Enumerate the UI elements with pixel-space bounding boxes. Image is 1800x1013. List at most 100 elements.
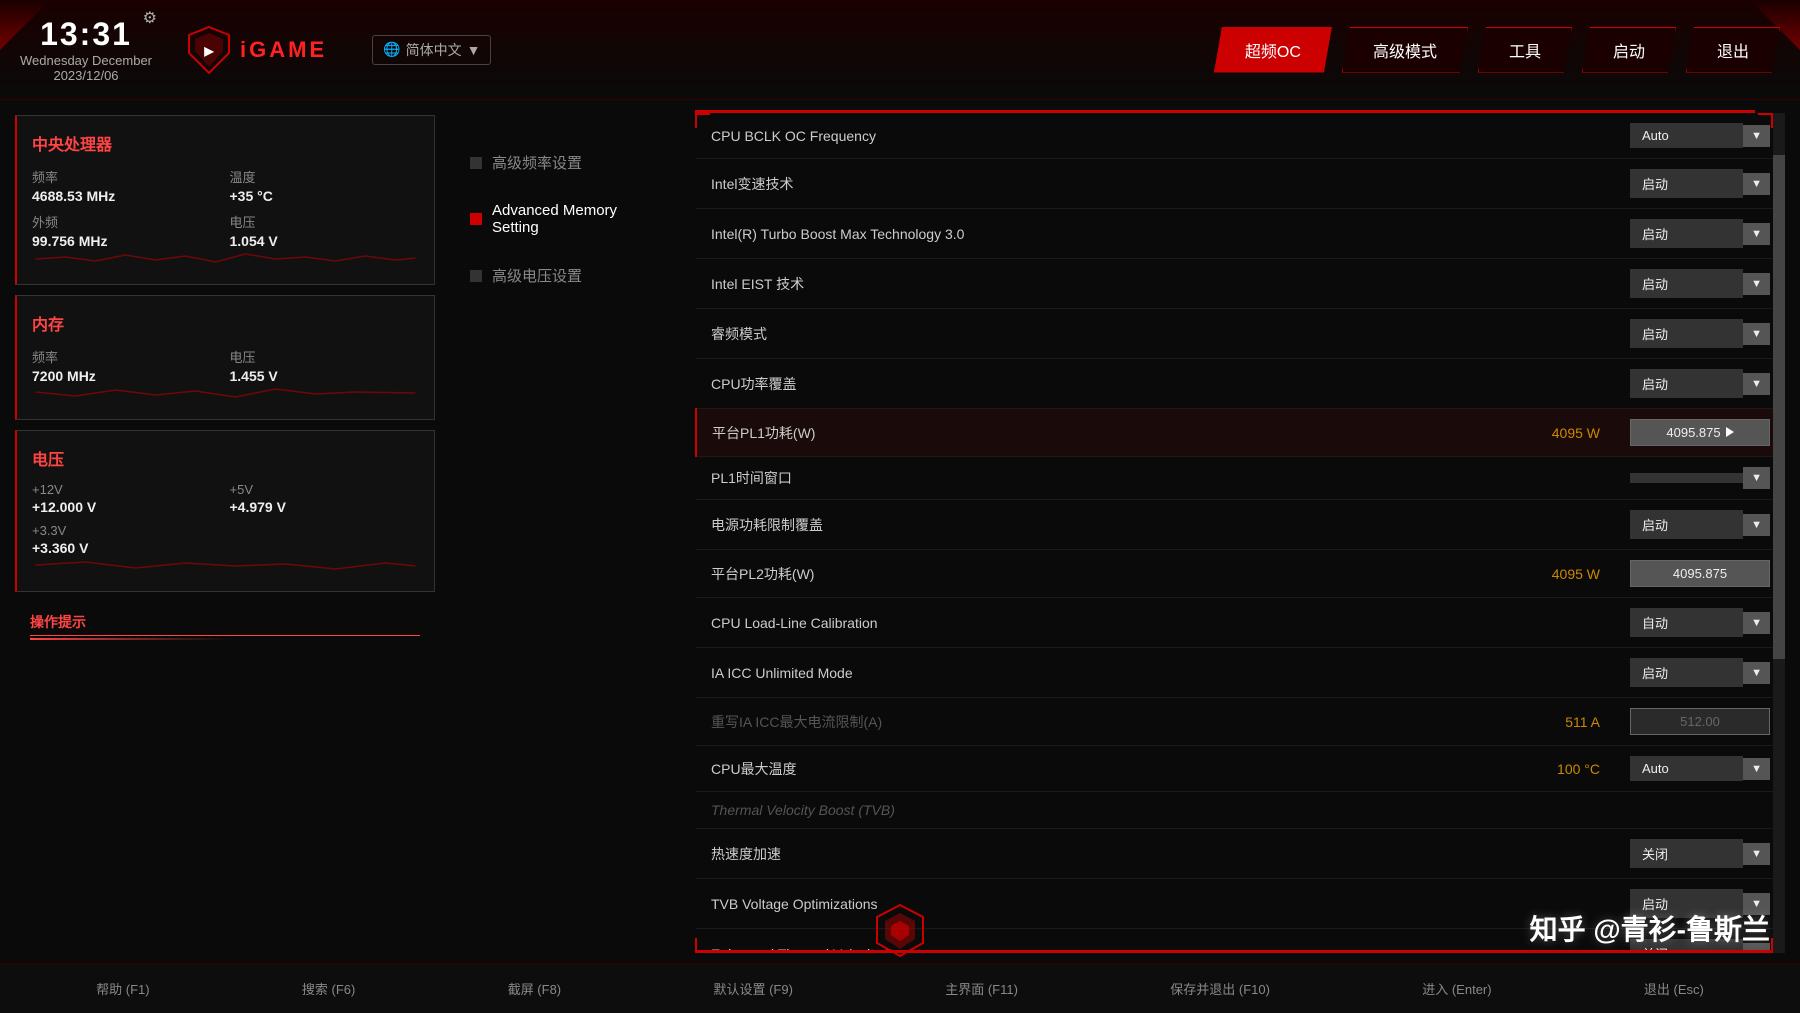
right-content: CPU BCLK OC FrequencyAuto▼Intel变速技术启动▼In… [680,100,1800,963]
dropdown-arrow-icon[interactable]: ▼ [1743,843,1770,865]
dropdown-group[interactable]: 启动▼ [1630,369,1770,398]
nav-btn-tools[interactable]: 工具 [1478,27,1572,73]
key-save[interactable]: 保存并退出 (F10) [1170,979,1270,998]
nav-btn-exit[interactable]: 退出 [1686,27,1780,73]
cpu-temp-value: +35 °C [230,188,420,204]
table-row[interactable]: Thermal Velocity Boost (TVB) [696,792,1785,829]
dropdown-group[interactable]: 自动▼ [1630,608,1770,637]
op-hints-block: 操作提示 [15,602,435,645]
nav-btn-boot[interactable]: 启动 [1582,27,1676,73]
dropdown-arrow-icon[interactable]: ▼ [1743,323,1770,345]
table-row[interactable]: Intel(R) Turbo Boost Max Technology 3.0 启… [696,209,1785,259]
nav-label-memory: Advanced Memory Setting [492,202,660,236]
dropdown-group[interactable]: Auto▼ [1630,756,1770,781]
setting-control-cell[interactable]: ▼ [1615,457,1785,500]
dropdown-arrow-icon[interactable]: ▼ [1743,514,1770,536]
table-row[interactable]: IA ICC Unlimited Mode启动▼ [696,648,1785,698]
header-nav: 超频OC 高级模式 工具 启动 退出 [1214,27,1780,73]
table-row[interactable]: 睿频模式启动▼ [696,309,1785,359]
setting-control-cell[interactable]: 4095.875 [1615,550,1785,598]
dropdown-arrow-icon[interactable]: ▼ [1743,467,1770,489]
logo: ▶ iGAME [187,25,327,75]
cpu-freq-block: 频率 4688.53 MHz [32,167,222,204]
setting-name-cell: 平台PL2功耗(W) [696,550,1295,598]
setting-control-cell[interactable]: 关闭▼ [1615,829,1785,879]
table-row[interactable]: PL1时间窗口▼ [696,457,1785,500]
key-default[interactable]: 默认设置 (F9) [713,979,792,998]
table-row[interactable]: CPU BCLK OC FrequencyAuto▼ [696,113,1785,159]
dropdown-arrow-icon[interactable]: ▼ [1743,223,1770,245]
dropdown-group[interactable]: 启动▼ [1630,219,1770,248]
nav-item-voltage[interactable]: 高级电压设置 [460,253,670,298]
nav-btn-advanced[interactable]: 高级模式 [1342,27,1468,73]
cpu-extfreq-block: 外频 99.756 MHz [32,212,222,249]
nav-item-memory[interactable]: Advanced Memory Setting [460,190,670,248]
key-main[interactable]: 主界面 (F11) [945,979,1018,998]
key-search[interactable]: 搜索 (F6) [302,979,355,998]
dropdown-arrow-icon[interactable]: ▼ [1743,662,1770,684]
table-row[interactable]: CPU功率覆盖启动▼ [696,359,1785,409]
value-input[interactable]: 4095.875 [1630,419,1770,446]
nav-btn-oc[interactable]: 超频OC [1214,27,1332,73]
key-enter[interactable]: 进入 (Enter) [1422,979,1491,998]
table-row[interactable]: 平台PL2功耗(W)4095 W4095.875 [696,550,1785,598]
voltage-panel-title: 电压 [32,446,419,470]
voltage-panel: 电压 +12V +12.000 V +5V +4.979 V +3.3V +3.… [15,430,435,592]
table-row[interactable]: 热速度加速关闭▼ [696,829,1785,879]
dropdown-arrow-icon[interactable]: ▼ [1743,758,1770,780]
setting-control-cell[interactable]: 自动▼ [1615,598,1785,648]
scroll-thumb[interactable] [1773,155,1785,659]
value-input[interactable]: 512.00 [1630,708,1770,735]
dropdown-group[interactable]: 启动▼ [1630,510,1770,539]
table-row[interactable]: 电源功耗限制覆盖启动▼ [696,500,1785,550]
dropdown-group[interactable]: 启动▼ [1630,269,1770,298]
value-input[interactable]: 4095.875 [1630,560,1770,587]
dropdown-group[interactable]: 启动▼ [1630,169,1770,198]
dropdown-group[interactable]: 启动▼ [1630,658,1770,687]
setting-control-cell[interactable]: 启动▼ [1615,209,1785,259]
setting-unit-cell [1295,598,1615,648]
language-selector[interactable]: 🌐 简体中文 ▼ [372,35,491,65]
dropdown-arrow-icon[interactable]: ▼ [1743,612,1770,634]
table-row[interactable]: Intel变速技术启动▼ [696,159,1785,209]
op-hints-bar [30,638,230,640]
setting-control-cell[interactable]: 启动▼ [1615,359,1785,409]
setting-control-cell[interactable]: 启动▼ [1615,648,1785,698]
setting-name-cell: Intel(R) Turbo Boost Max Technology 3.0 [696,209,1295,259]
dropdown-group[interactable]: Auto▼ [1630,123,1770,148]
table-row[interactable]: CPU Load-Line Calibration 自动▼ [696,598,1785,648]
table-row[interactable]: 平台PL1功耗(W)4095 W4095.875 [696,409,1785,457]
table-row[interactable]: Intel EIST 技术启动▼ [696,259,1785,309]
setting-control-cell[interactable]: 启动▼ [1615,259,1785,309]
table-row[interactable]: CPU最大温度100 °CAuto▼ [696,746,1785,792]
dropdown-group[interactable]: ▼ [1630,467,1770,489]
setting-control-cell[interactable]: 512.00 [1615,698,1785,746]
setting-control-cell[interactable] [1615,792,1785,829]
middle-nav: 高级频率设置 Advanced Memory Setting 高级电压设置 [450,100,680,963]
nav-item-freq[interactable]: 高级频率设置 [460,140,670,185]
dropdown-arrow-icon[interactable]: ▼ [1743,125,1770,147]
settings-scroll-area[interactable]: CPU BCLK OC FrequencyAuto▼Intel变速技术启动▼In… [695,113,1785,953]
setting-control-cell[interactable]: Auto▼ [1615,113,1785,159]
setting-control-cell[interactable]: 4095.875 [1615,409,1785,457]
bottom-keys: 帮助 (F1) 搜索 (F6) 截屏 (F8) 默认设置 (F9) 主界面 (F… [0,963,1800,1013]
setting-name-cell: CPU Load-Line Calibration [696,598,1295,648]
dropdown-group[interactable]: 启动▼ [1630,319,1770,348]
key-esc[interactable]: 退出 (Esc) [1644,979,1704,998]
left-sidebar: 中央处理器 频率 4688.53 MHz 温度 +35 °C 外频 99.756… [0,100,450,963]
dropdown-group[interactable]: 关闭▼ [1630,839,1770,868]
table-row[interactable]: 重写IA ICC最大电流限制(A)511 A512.00 [696,698,1785,746]
key-help[interactable]: 帮助 (F1) [96,979,149,998]
scroll-track[interactable] [1773,113,1785,953]
dropdown-arrow-icon[interactable]: ▼ [1743,373,1770,395]
dropdown-arrow-icon[interactable]: ▼ [1743,173,1770,195]
nav-dot-memory [470,213,482,225]
setting-control-cell[interactable]: 启动▼ [1615,500,1785,550]
dropdown-arrow-icon[interactable]: ▼ [1743,273,1770,295]
setting-control-cell[interactable]: Auto▼ [1615,746,1785,792]
setting-control-cell[interactable]: 启动▼ [1615,309,1785,359]
dropdown-label: 启动 [1630,269,1743,298]
setting-control-cell[interactable]: 启动▼ [1615,159,1785,209]
key-screenshot[interactable]: 截屏 (F8) [508,979,561,998]
dropdown-label [1630,473,1743,483]
